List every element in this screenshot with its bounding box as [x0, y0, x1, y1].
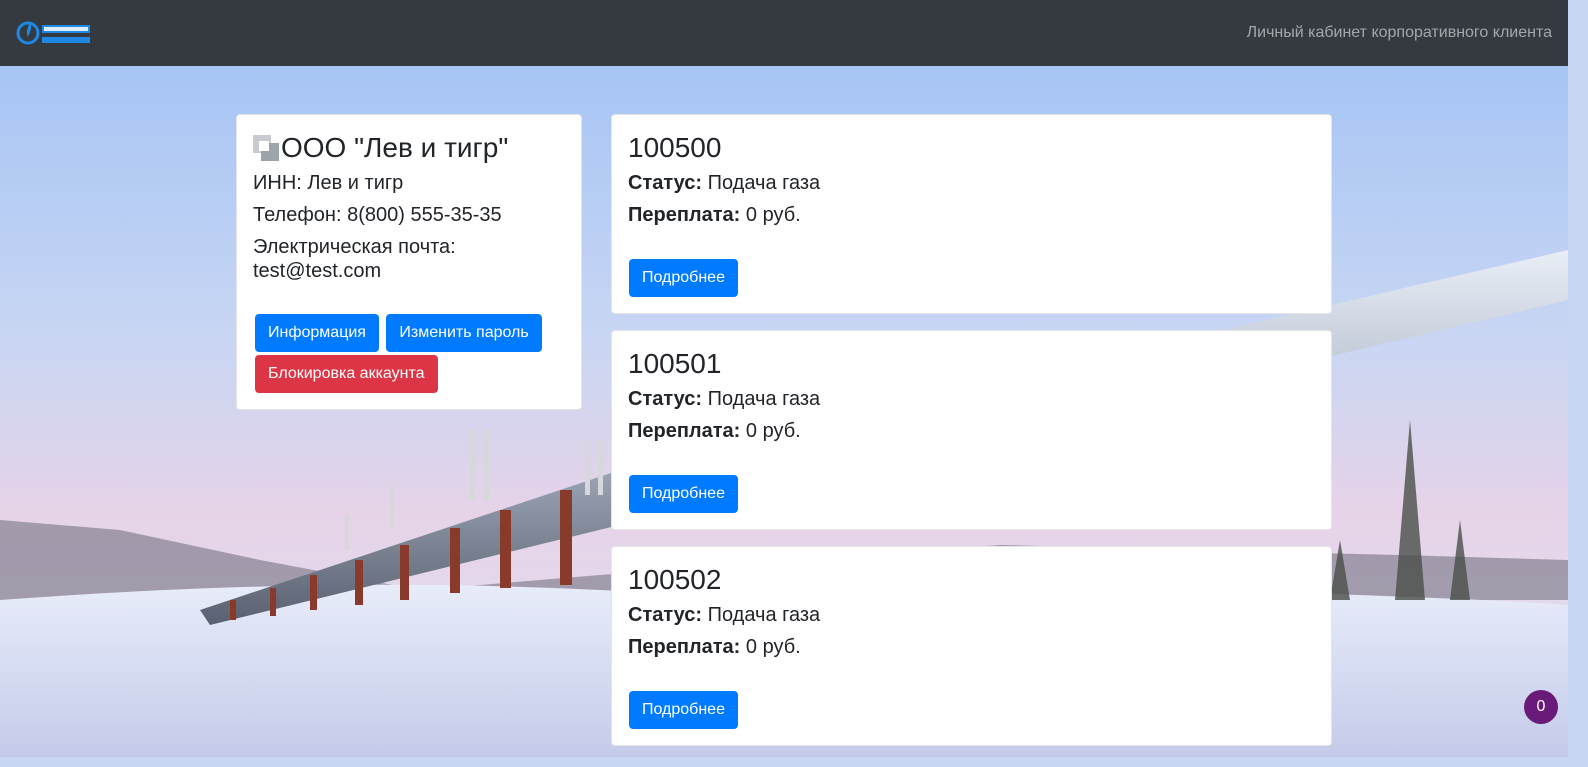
- account-overpay: Переплата: 0 руб.: [628, 635, 1315, 659]
- info-button[interactable]: Информация: [255, 314, 379, 352]
- overpay-value: 0 руб.: [745, 204, 801, 226]
- company-name: ООО "Лев и тигр": [281, 132, 509, 163]
- account-status: Статус: Подача газа: [628, 387, 1315, 411]
- details-button[interactable]: Подробнее: [629, 691, 738, 729]
- company-phone: Телефон: 8(800) 555-35-35: [253, 204, 502, 226]
- status-label: Статус:: [628, 604, 703, 626]
- details-button[interactable]: Подробнее: [629, 259, 738, 297]
- company-email-label: Электрическая почта:: [253, 236, 456, 258]
- account-status: Статус: Подача газа: [628, 603, 1315, 627]
- account-overpay: Переплата: 0 руб.: [628, 419, 1315, 443]
- brand-logo[interactable]: [16, 11, 92, 55]
- status-value: Подача газа: [707, 388, 821, 410]
- company-logo-icon: [253, 135, 279, 161]
- account-overpay: Переплата: 0 руб.: [628, 203, 1315, 227]
- overpay-label: Переплата:: [628, 420, 741, 442]
- status-value: Подача газа: [707, 604, 821, 626]
- account-number: 100501: [628, 348, 722, 379]
- change-password-button[interactable]: Изменить пароль: [386, 314, 542, 352]
- account-card: 100502 Статус: Подача газа Переплата: 0 …: [611, 546, 1332, 746]
- status-label: Статус:: [628, 388, 703, 410]
- overpay-label: Переплата:: [628, 204, 741, 226]
- company-inn: ИНН: Лев и тигр: [253, 172, 404, 194]
- notification-badge[interactable]: 0: [1524, 690, 1558, 724]
- account-number: 100500: [628, 132, 722, 163]
- overpay-label: Переплата:: [628, 636, 741, 658]
- status-value: Подача газа: [707, 172, 821, 194]
- block-account-button[interactable]: Блокировка аккаунта: [255, 355, 438, 393]
- status-label: Статус:: [628, 172, 703, 194]
- overpay-value: 0 руб.: [745, 636, 801, 658]
- gazprom-flame-logo-icon: [16, 19, 90, 45]
- details-button[interactable]: Подробнее: [629, 475, 738, 513]
- account-number: 100502: [628, 564, 722, 595]
- account-status: Статус: Подача газа: [628, 171, 1315, 195]
- top-navbar: Личный кабинет корпоративного клиента: [0, 0, 1568, 66]
- account-card: 100501 Статус: Подача газа Переплата: 0 …: [611, 330, 1332, 530]
- portal-title: Личный кабинет корпоративного клиента: [1246, 24, 1552, 41]
- company-email-value[interactable]: test@test.com: [253, 259, 565, 283]
- account-card: 100500 Статус: Подача газа Переплата: 0 …: [611, 114, 1332, 314]
- company-profile-card: ООО "Лев и тигр" ИНН: Лев и тигр Телефон…: [236, 114, 582, 410]
- overpay-value: 0 руб.: [745, 420, 801, 442]
